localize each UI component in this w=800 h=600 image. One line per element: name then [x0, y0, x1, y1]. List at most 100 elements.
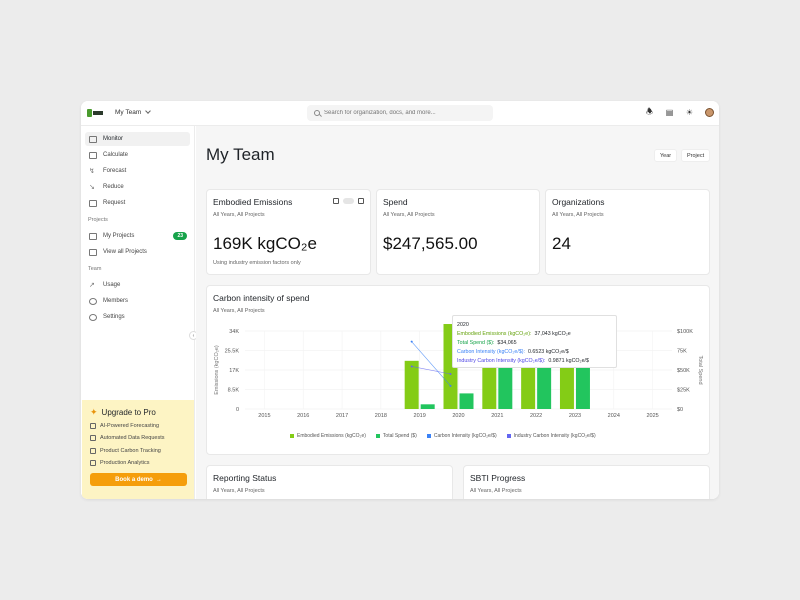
- y-tick-label: 34K: [229, 329, 239, 335]
- chevron-left-icon: ‹: [192, 332, 195, 339]
- team-switcher[interactable]: My Team: [115, 108, 152, 116]
- card-title: SBTI Progress: [470, 473, 526, 483]
- tooltip-title: 2020: [457, 322, 469, 328]
- tooltip-value: $34,065: [497, 340, 517, 346]
- y-right-tick-label: $50K: [677, 368, 690, 374]
- upgrade-promo: ✦ Upgrade to Pro AI-Powered Forecasting A…: [82, 400, 194, 499]
- star-icon: [90, 423, 96, 429]
- sidebar-item-monitor[interactable]: Monitor: [85, 132, 190, 146]
- sidebar: Monitor Calculate ↯ Forecast ↘ Reduce Requ…: [81, 126, 198, 499]
- search-input[interactable]: [324, 110, 484, 116]
- card-title: Reporting Status: [213, 473, 277, 483]
- card-title: Organizations: [552, 197, 605, 207]
- spend-card: Spend All Years, All Projects $247,565.0…: [376, 189, 540, 275]
- sidebar-item-label: Monitor: [103, 136, 124, 142]
- app-window: My Team 🕭 ▤ ☀ Monitor Calculate ↯ Forecas…: [81, 101, 719, 499]
- card-note: Using industry emission factors only: [213, 260, 301, 266]
- sidebar-item-request[interactable]: Request: [85, 196, 190, 210]
- x-tick-label: 2022: [530, 413, 542, 419]
- book-demo-button[interactable]: Book a demo →: [90, 473, 187, 486]
- sidebar-item-forecast[interactable]: ↯ Forecast: [85, 164, 190, 178]
- avatar[interactable]: [705, 108, 714, 117]
- legend-swatch: [426, 434, 431, 438]
- x-tick-label: 2023: [569, 413, 581, 419]
- sidebar-item-label: Members: [103, 298, 129, 304]
- legend-item[interactable]: Industry Carbon Intensity (kgCO₂e/$): [506, 433, 596, 439]
- bell-icon[interactable]: 🕭: [645, 107, 654, 117]
- intensity-point: [449, 384, 452, 387]
- card-title: Embodied Emissions: [213, 197, 293, 207]
- chevron-down-icon: [145, 108, 152, 114]
- embodied-emissions-card: Embodied Emissions All Years, All Projec…: [206, 189, 371, 275]
- reporting-status-card: Reporting Status All Years, All Projects: [206, 465, 453, 499]
- legend-item[interactable]: Embodied Emissions (kgCO₂e): [290, 433, 366, 439]
- calculator-icon[interactable]: [333, 198, 339, 204]
- sidebar-item-view-all-projects[interactable]: View all Projects: [85, 245, 190, 259]
- project-filter-button[interactable]: Project: [681, 149, 711, 162]
- tooltip-label: Industry Carbon Intensity (kgCO₂e/$):: [457, 358, 546, 364]
- legend-label: Embodied Emissions (kgCO₂e): [297, 433, 366, 439]
- card-subtitle: All Years, All Projects: [213, 212, 265, 218]
- toggle-switch[interactable]: [343, 198, 354, 204]
- sidebar-item-members[interactable]: Members: [85, 294, 190, 308]
- organizations-card: Organizations All Years, All Projects 24: [545, 189, 710, 275]
- year-filter-button[interactable]: Year: [654, 149, 678, 162]
- projects-section-label: Projects: [88, 217, 108, 223]
- sidebar-item-label: Settings: [103, 314, 125, 320]
- card-subtitle: All Years, All Projects: [470, 488, 522, 494]
- y-axis-label: Emissions (kgCO₂e): [214, 345, 220, 395]
- x-tick-label: 2019: [414, 413, 426, 419]
- y-right-tick-label: $25K: [677, 388, 690, 394]
- sidebar-item-label: Forecast: [103, 168, 127, 174]
- carbon-intensity-chart: 0 8.5K 17K 25.5K 34K $0 $25K $50K 75K $100K 2015 20…: [214, 324, 703, 419]
- trend-down-icon: ↘: [89, 183, 95, 191]
- emissions-bar: [404, 360, 419, 409]
- tooltip-value: 37,043 kgCO₂e: [534, 331, 571, 337]
- tooltip-row: Carbon Intensity (kgCO₂e/$): 0.6523 kgCO₂…: [457, 348, 612, 357]
- folder-icon: [89, 232, 97, 240]
- legend-item[interactable]: Total Spend ($): [375, 433, 417, 439]
- spend-bar: [420, 404, 435, 409]
- book-icon[interactable]: ▤: [665, 108, 674, 117]
- folder-icon[interactable]: [358, 198, 364, 204]
- legend-item[interactable]: Carbon Intensity (kgCO₂e/$): [426, 433, 497, 439]
- sidebar-item-reduce[interactable]: ↘ Reduce: [85, 180, 190, 194]
- calculator-icon: [89, 151, 97, 159]
- sidebar-item-usage[interactable]: ↗ Usage: [85, 278, 190, 292]
- sidebar-item-label: Request: [103, 200, 126, 206]
- spend-bar: [459, 393, 474, 409]
- promo-item-label: Production Analytics: [100, 460, 150, 466]
- tooltip-label: Embodied Emissions (kgCO₂e):: [457, 331, 532, 337]
- sidebar-item-label: Reduce: [103, 184, 124, 190]
- promo-item: Production Analytics: [90, 460, 150, 466]
- tooltip-row: Total Spend ($): $34,065: [457, 339, 612, 348]
- y-tick-label: 25.5K: [225, 349, 240, 355]
- promo-item: AI-Powered Forecasting: [90, 423, 159, 429]
- book-demo-label: Book a demo: [115, 476, 153, 483]
- main-content: My Team Year Project Embodied Emissions …: [196, 126, 719, 499]
- sidebar-item-my-projects[interactable]: My Projects 23: [85, 229, 190, 243]
- sbti-progress-card: SBTI Progress All Years, All Projects: [463, 465, 710, 499]
- y-right-tick-label: 75K: [677, 349, 687, 355]
- sidebar-item-settings[interactable]: Settings: [85, 310, 190, 324]
- x-tick-label: 2016: [297, 413, 309, 419]
- legend-swatch: [290, 434, 294, 438]
- y-tick-label: 17K: [229, 368, 239, 374]
- sidebar-item-calculate[interactable]: Calculate: [85, 148, 190, 162]
- team-section-label: Team: [88, 266, 102, 272]
- mail-icon: [89, 199, 97, 207]
- folder-open-icon: [89, 248, 97, 256]
- card-subtitle: All Years, All Projects: [552, 212, 604, 218]
- search-bar[interactable]: [307, 105, 493, 121]
- sparkle-icon: ✦: [90, 407, 98, 417]
- gear-icon: [89, 313, 97, 321]
- y-right-axis-label: Total Spend: [697, 355, 703, 384]
- app-logo[interactable]: [87, 109, 103, 117]
- card-value: 24: [552, 234, 571, 253]
- sun-icon[interactable]: ☀: [685, 108, 694, 117]
- tooltip-row: Industry Carbon Intensity (kgCO₂e/$): 0.9…: [457, 357, 612, 366]
- x-tick-label: 2024: [608, 413, 620, 419]
- x-tick-label: 2018: [375, 413, 387, 419]
- legend-label: Industry Carbon Intensity (kgCO₂e/$): [513, 433, 596, 439]
- card-value: $247,565.00: [383, 234, 478, 253]
